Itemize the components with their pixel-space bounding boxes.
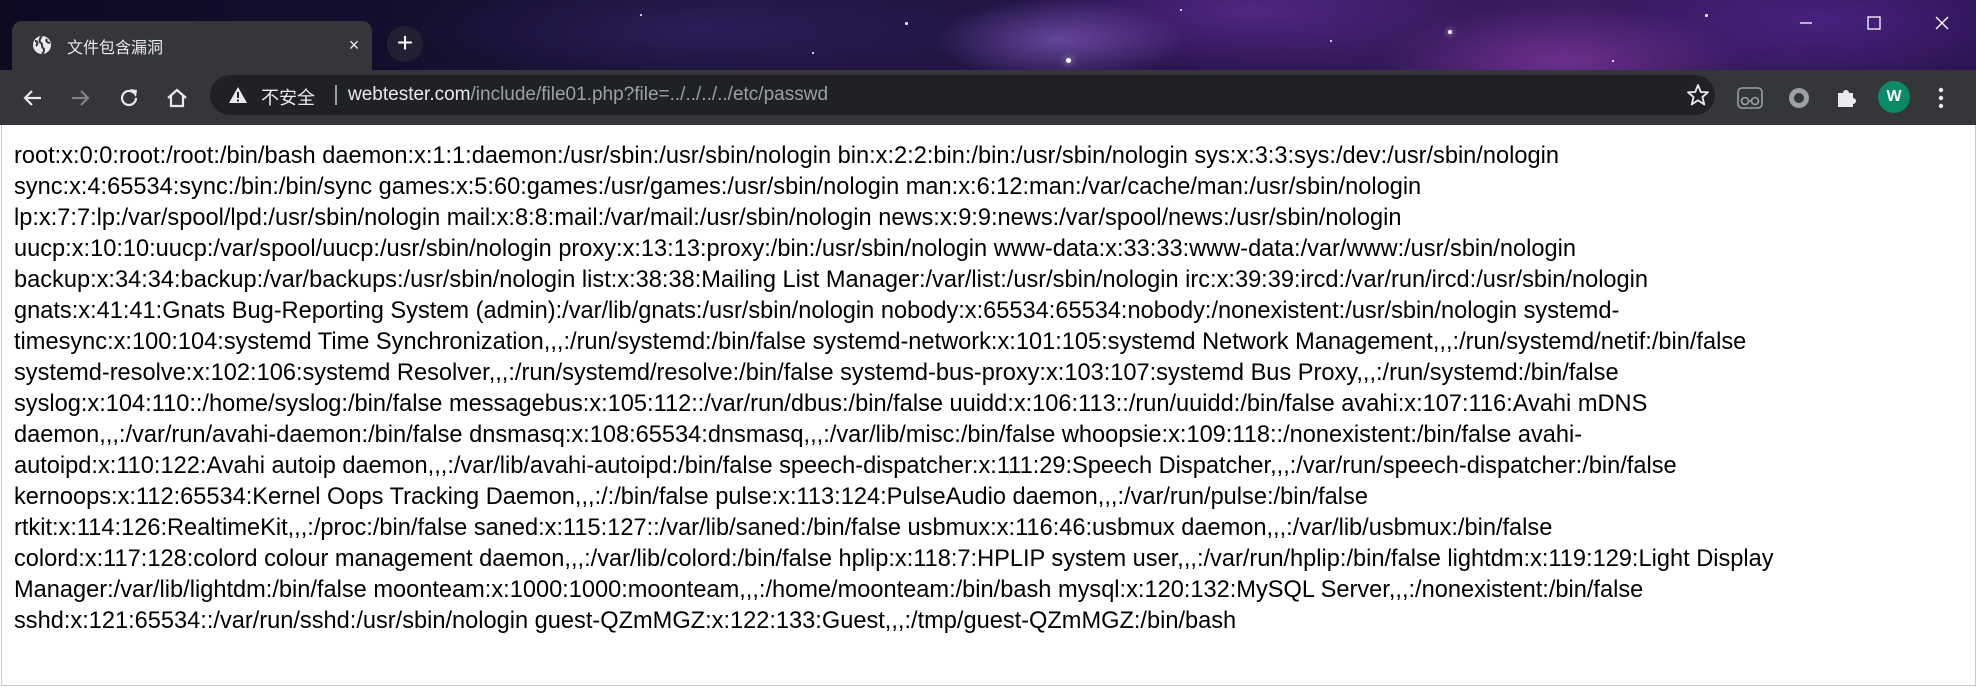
maximize-button[interactable] xyxy=(1840,0,1908,46)
passwd-line: daemon,,,:/var/run/avahi-daemon:/bin/fal… xyxy=(14,422,1583,448)
star-decoration xyxy=(1330,40,1332,42)
star-decoration xyxy=(1448,30,1452,34)
url-path: /include/file01.php?file=../../../../etc… xyxy=(470,84,829,105)
back-button[interactable] xyxy=(18,83,48,113)
minimize-icon xyxy=(1800,22,1812,24)
passwd-line: timesync:x:100:104:systemd Time Synchron… xyxy=(14,329,1747,355)
address-bar[interactable]: 不安全 webtester.com/include/file01.php?fil… xyxy=(210,75,1715,115)
passwd-line: colord:x:117:128:colord colour managemen… xyxy=(14,546,1774,572)
globe-icon xyxy=(33,35,51,55)
record-circle-icon xyxy=(1789,88,1809,108)
home-icon xyxy=(167,88,187,108)
passwd-line: sync:x:4:65534:sync:/bin:/bin/sync games… xyxy=(14,174,1422,200)
bookmark-star-icon[interactable] xyxy=(1686,83,1710,107)
forward-arrow-icon xyxy=(72,90,90,106)
passwd-line: syslog:x:104:110::/home/syslog:/bin/fals… xyxy=(14,391,1648,417)
profile-avatar[interactable]: W xyxy=(1878,81,1910,113)
passwd-line: Manager:/var/lib/lightdm:/bin/false moon… xyxy=(14,577,1644,603)
passwd-line: root:x:0:0:root:/root:/bin/bash daemon:x… xyxy=(14,143,1559,169)
star-decoration xyxy=(1705,14,1708,17)
chrome-menu-button[interactable] xyxy=(1926,83,1956,113)
star-decoration xyxy=(640,14,642,16)
passwd-line: gnats:x:41:41:Gnats Bug-Reporting System… xyxy=(14,298,1620,324)
star-decoration xyxy=(1180,9,1182,11)
more-vertical-icon xyxy=(1938,87,1944,109)
toolbar: 不安全 webtester.com/include/file01.php?fil… xyxy=(0,70,1976,125)
reload-icon xyxy=(120,89,138,107)
page-content: root:x:0:0:root:/root:/bin/bash daemon:x… xyxy=(1,125,1976,686)
minimize-button[interactable] xyxy=(1772,0,1840,46)
tab-close-icon[interactable]: × xyxy=(342,33,366,57)
passwd-line: autoipd:x:110:122:Avahi autoip daemon,,,… xyxy=(14,453,1677,479)
forward-button[interactable] xyxy=(65,83,95,113)
passwd-line: sshd:x:121:65534::/var/run/sshd:/usr/sbi… xyxy=(14,608,1237,634)
extensions-menu-button[interactable] xyxy=(1831,83,1861,113)
maximize-icon xyxy=(1867,16,1881,30)
star-decoration xyxy=(1066,58,1071,63)
back-arrow-icon xyxy=(23,90,41,106)
passwd-line: lp:x:7:7:lp:/var/spool/lpd:/usr/sbin/nol… xyxy=(14,205,1402,231)
tab-title: 文件包含漏洞 xyxy=(67,38,164,57)
reload-button[interactable] xyxy=(114,83,144,113)
star-decoration xyxy=(1612,60,1614,62)
extension-button[interactable] xyxy=(1784,83,1814,113)
star-decoration xyxy=(905,22,908,25)
security-status[interactable]: 不安全 xyxy=(261,84,315,110)
title-bar: 文件包含漏洞 × + xyxy=(0,0,1976,70)
passwd-file-text: root:x:0:0:root:/root:/bin/bash daemon:x… xyxy=(14,141,1976,637)
tab-active[interactable]: 文件包含漏洞 × xyxy=(12,21,372,70)
url-text[interactable]: webtester.com/include/file01.php?file=..… xyxy=(348,84,828,106)
close-window-button[interactable] xyxy=(1908,0,1976,46)
new-tab-button[interactable]: + xyxy=(387,26,423,62)
warning-icon xyxy=(229,87,247,103)
passwd-line: backup:x:34:34:backup:/var/backups:/usr/… xyxy=(14,267,1649,293)
puzzle-piece-icon xyxy=(1838,90,1856,107)
extension-button[interactable] xyxy=(1735,83,1765,113)
incognito-glasses-icon xyxy=(1737,87,1763,109)
passwd-line: systemd-resolve:x:102:106:systemd Resolv… xyxy=(14,360,1619,386)
passwd-line: kernoops:x:112:65534:Kernel Oops Trackin… xyxy=(14,484,1368,510)
star-decoration xyxy=(812,52,814,54)
passwd-line: uucp:x:10:10:uucp:/var/spool/uucp:/usr/s… xyxy=(14,236,1576,262)
home-button[interactable] xyxy=(162,83,192,113)
url-host: webtester.com xyxy=(348,84,471,105)
passwd-line: rtkit:x:114:126:RealtimeKit,,,:/proc:/bi… xyxy=(14,515,1553,541)
separator xyxy=(335,85,337,105)
close-icon xyxy=(1935,16,1949,30)
